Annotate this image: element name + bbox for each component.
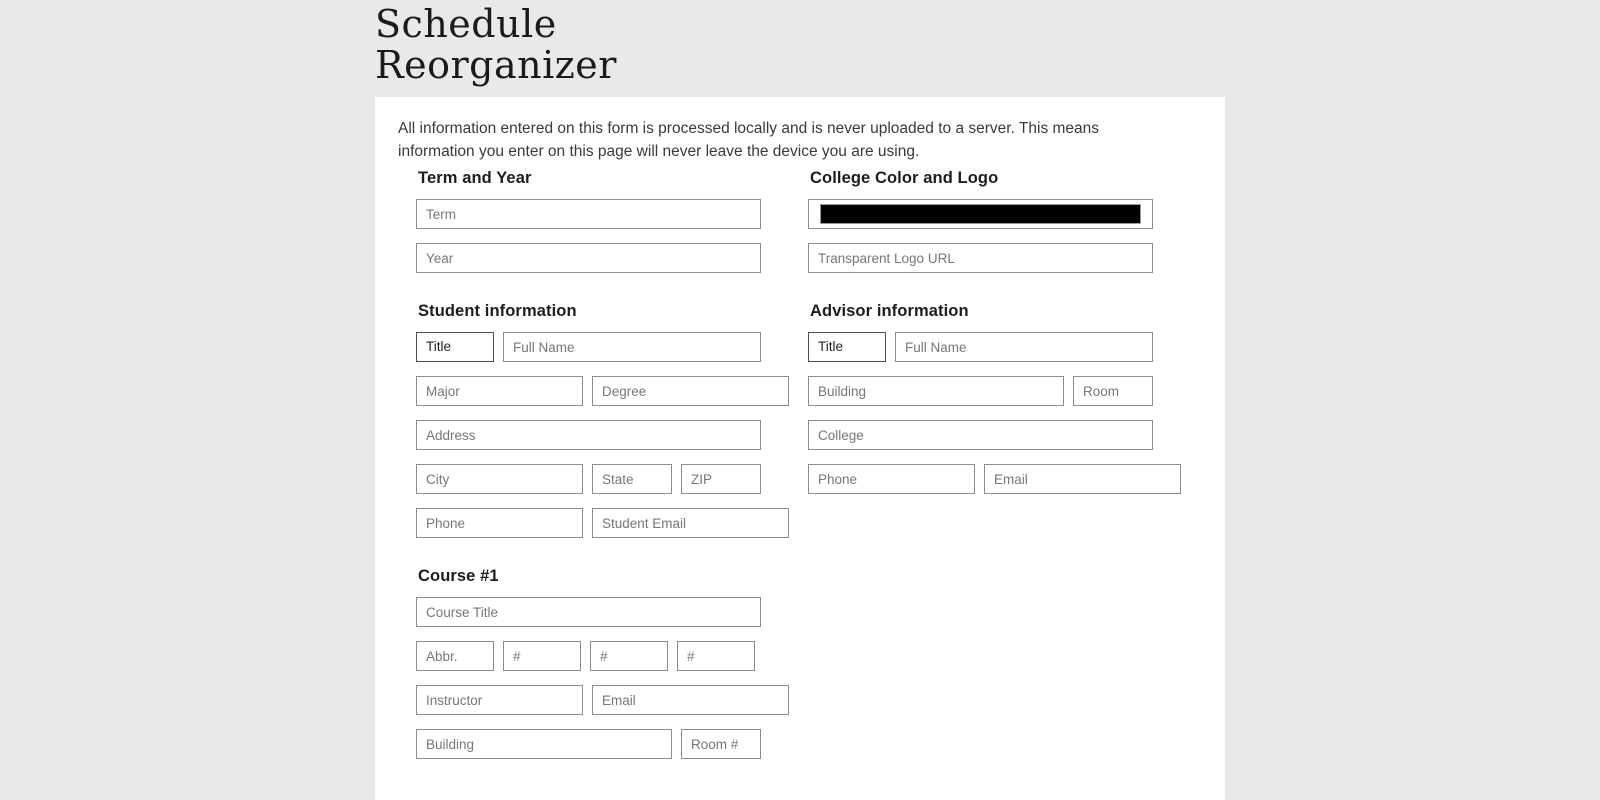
section-heading-student-information: Student information [418, 302, 577, 320]
left-column: Term and Year Student information Title [416, 169, 789, 773]
advisor-email-input[interactable] [984, 464, 1181, 494]
student-title-value: Title [426, 339, 452, 354]
student-city-state-zip-row [416, 464, 761, 494]
course-number-3-input[interactable] [677, 641, 755, 671]
course-title-row [416, 597, 761, 627]
student-city-input[interactable] [416, 464, 583, 494]
form-card: All information entered on this form is … [375, 97, 1225, 800]
student-major-degree-row [416, 376, 789, 406]
student-zip-input[interactable] [681, 464, 761, 494]
student-full-name-input[interactable] [503, 332, 761, 362]
advisor-location-row [808, 376, 1153, 406]
advisor-name-row: Title [808, 332, 1153, 362]
student-name-row: Title [416, 332, 761, 362]
course-email-input[interactable] [592, 685, 789, 715]
student-degree-input[interactable] [592, 376, 789, 406]
course-code-row [416, 641, 761, 671]
page-title: Schedule Reorganizer [375, 2, 617, 87]
section-heading-course-1: Course #1 [418, 567, 499, 585]
privacy-notice: All information entered on this form is … [398, 120, 1100, 160]
year-input[interactable] [416, 243, 761, 273]
student-state-input[interactable] [592, 464, 672, 494]
advisor-title-select[interactable]: Title [808, 332, 886, 362]
section-heading-term-and-year: Term and Year [418, 169, 532, 187]
course-instructor-row [416, 685, 789, 715]
college-color-swatch [820, 204, 1141, 224]
course-title-input[interactable] [416, 597, 761, 627]
college-color-row [808, 199, 1153, 229]
student-email-input[interactable] [592, 508, 789, 538]
course-room-number-input[interactable] [681, 729, 761, 759]
right-column: College Color and Logo Advisor informati… [808, 169, 1181, 508]
advisor-college-input[interactable] [808, 420, 1153, 450]
advisor-phone-input[interactable] [808, 464, 975, 494]
course-building-input[interactable] [416, 729, 672, 759]
course-number-1-input[interactable] [503, 641, 581, 671]
student-address-input[interactable] [416, 420, 761, 450]
student-major-input[interactable] [416, 376, 583, 406]
student-title-select[interactable]: Title [416, 332, 494, 362]
advisor-college-row [808, 420, 1153, 450]
advisor-full-name-input[interactable] [895, 332, 1153, 362]
advisor-building-input[interactable] [808, 376, 1064, 406]
section-heading-advisor-information: Advisor information [810, 302, 969, 320]
logo-url-row [808, 243, 1153, 273]
advisor-room-input[interactable] [1073, 376, 1153, 406]
term-row [416, 199, 761, 229]
year-row [416, 243, 761, 273]
course-number-2-input[interactable] [590, 641, 668, 671]
section-heading-college-color-and-logo: College Color and Logo [810, 169, 999, 187]
advisor-title-value: Title [818, 339, 844, 354]
term-input[interactable] [416, 199, 761, 229]
advisor-contact-row [808, 464, 1181, 494]
app-page: Schedule Reorganizer All information ent… [0, 0, 1600, 800]
course-location-row [416, 729, 761, 759]
student-phone-email-row [416, 508, 789, 538]
student-phone-input[interactable] [416, 508, 583, 538]
course-instructor-input[interactable] [416, 685, 583, 715]
student-address-row [416, 420, 761, 450]
course-abbr-input[interactable] [416, 641, 494, 671]
transparent-logo-url-input[interactable] [808, 243, 1153, 273]
college-color-picker[interactable] [808, 199, 1153, 229]
